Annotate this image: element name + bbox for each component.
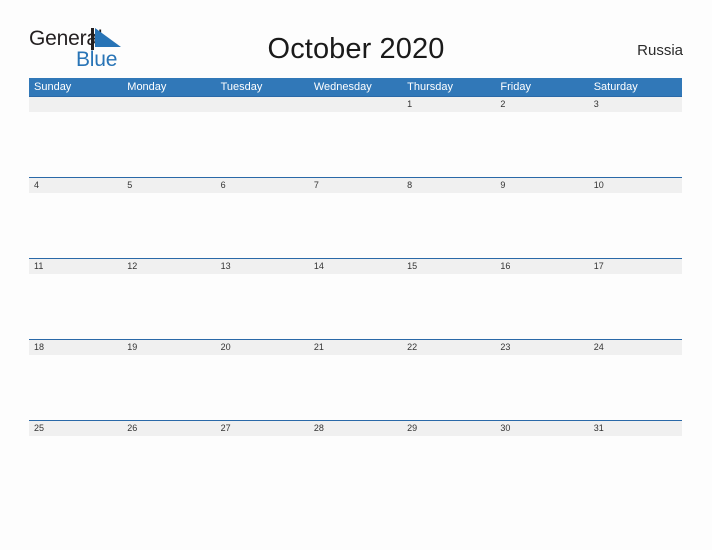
weekday-header-monday: Monday xyxy=(127,81,167,93)
day-number[interactable]: 7 xyxy=(309,178,402,193)
day-number[interactable]: 17 xyxy=(589,259,682,274)
day-number[interactable] xyxy=(122,97,215,112)
week-row: 18 19 20 21 22 23 24 xyxy=(29,339,682,420)
day-number[interactable]: 23 xyxy=(495,340,588,355)
day-number[interactable]: 9 xyxy=(495,178,588,193)
day-number[interactable]: 12 xyxy=(122,259,215,274)
day-number[interactable]: 13 xyxy=(216,259,309,274)
weekday-header-sunday: Sunday xyxy=(34,81,72,93)
weekday-header-saturday: Saturday xyxy=(593,81,638,93)
day-number[interactable]: 15 xyxy=(402,259,495,274)
day-number[interactable] xyxy=(309,97,402,112)
week-date-band: 25 26 27 28 29 30 31 xyxy=(29,421,682,436)
week-event-space[interactable] xyxy=(29,355,682,419)
day-number[interactable] xyxy=(29,97,122,112)
week-date-band: 18 19 20 21 22 23 24 xyxy=(29,340,682,355)
day-number[interactable]: 31 xyxy=(589,421,682,436)
day-number[interactable]: 14 xyxy=(309,259,402,274)
day-number[interactable] xyxy=(216,97,309,112)
week-event-space[interactable] xyxy=(29,112,682,176)
weekday-header-row: Sunday Monday Tuesday Wednesday Thursday… xyxy=(29,78,682,96)
week-row: 11 12 13 14 15 16 17 xyxy=(29,258,682,339)
day-number[interactable]: 26 xyxy=(122,421,215,436)
page-title: October 2020 xyxy=(267,33,445,65)
day-number[interactable]: 4 xyxy=(29,178,122,193)
day-number[interactable]: 18 xyxy=(29,340,122,355)
calendar-grid: Sunday Monday Tuesday Wednesday Thursday… xyxy=(29,78,682,501)
day-number[interactable]: 5 xyxy=(122,178,215,193)
week-event-space[interactable] xyxy=(29,274,682,338)
day-number[interactable]: 3 xyxy=(589,97,682,112)
weekday-header-friday: Friday xyxy=(500,81,531,93)
day-number[interactable]: 27 xyxy=(216,421,309,436)
day-number[interactable]: 20 xyxy=(216,340,309,355)
day-number[interactable]: 30 xyxy=(495,421,588,436)
week-row: 4 5 6 7 8 9 10 xyxy=(29,177,682,258)
week-date-band: 11 12 13 14 15 16 17 xyxy=(29,259,682,274)
day-number[interactable]: 1 xyxy=(402,97,495,112)
day-number[interactable]: 21 xyxy=(309,340,402,355)
day-number[interactable]: 29 xyxy=(402,421,495,436)
week-row: 1 2 3 xyxy=(29,96,682,177)
day-number[interactable]: 10 xyxy=(589,178,682,193)
week-event-space[interactable] xyxy=(29,436,682,500)
day-number[interactable]: 16 xyxy=(495,259,588,274)
week-event-space[interactable] xyxy=(29,193,682,257)
day-number[interactable]: 2 xyxy=(495,97,588,112)
day-number[interactable]: 28 xyxy=(309,421,402,436)
day-number[interactable]: 11 xyxy=(29,259,122,274)
week-date-band: 1 2 3 xyxy=(29,97,682,112)
page-header: General Blue October 2020 Russia xyxy=(0,0,712,78)
day-number[interactable]: 6 xyxy=(216,178,309,193)
week-row: 25 26 27 28 29 30 31 xyxy=(29,420,682,501)
weekday-header-tuesday: Tuesday xyxy=(220,81,263,93)
day-number[interactable]: 24 xyxy=(589,340,682,355)
day-number[interactable]: 19 xyxy=(122,340,215,355)
day-number[interactable]: 22 xyxy=(402,340,495,355)
country-label: Russia xyxy=(637,42,683,59)
weekday-header-thursday: Thursday xyxy=(407,81,453,93)
day-number[interactable]: 25 xyxy=(29,421,122,436)
week-date-band: 4 5 6 7 8 9 10 xyxy=(29,178,682,193)
day-number[interactable]: 8 xyxy=(402,178,495,193)
weekday-header-wednesday: Wednesday xyxy=(313,81,372,93)
